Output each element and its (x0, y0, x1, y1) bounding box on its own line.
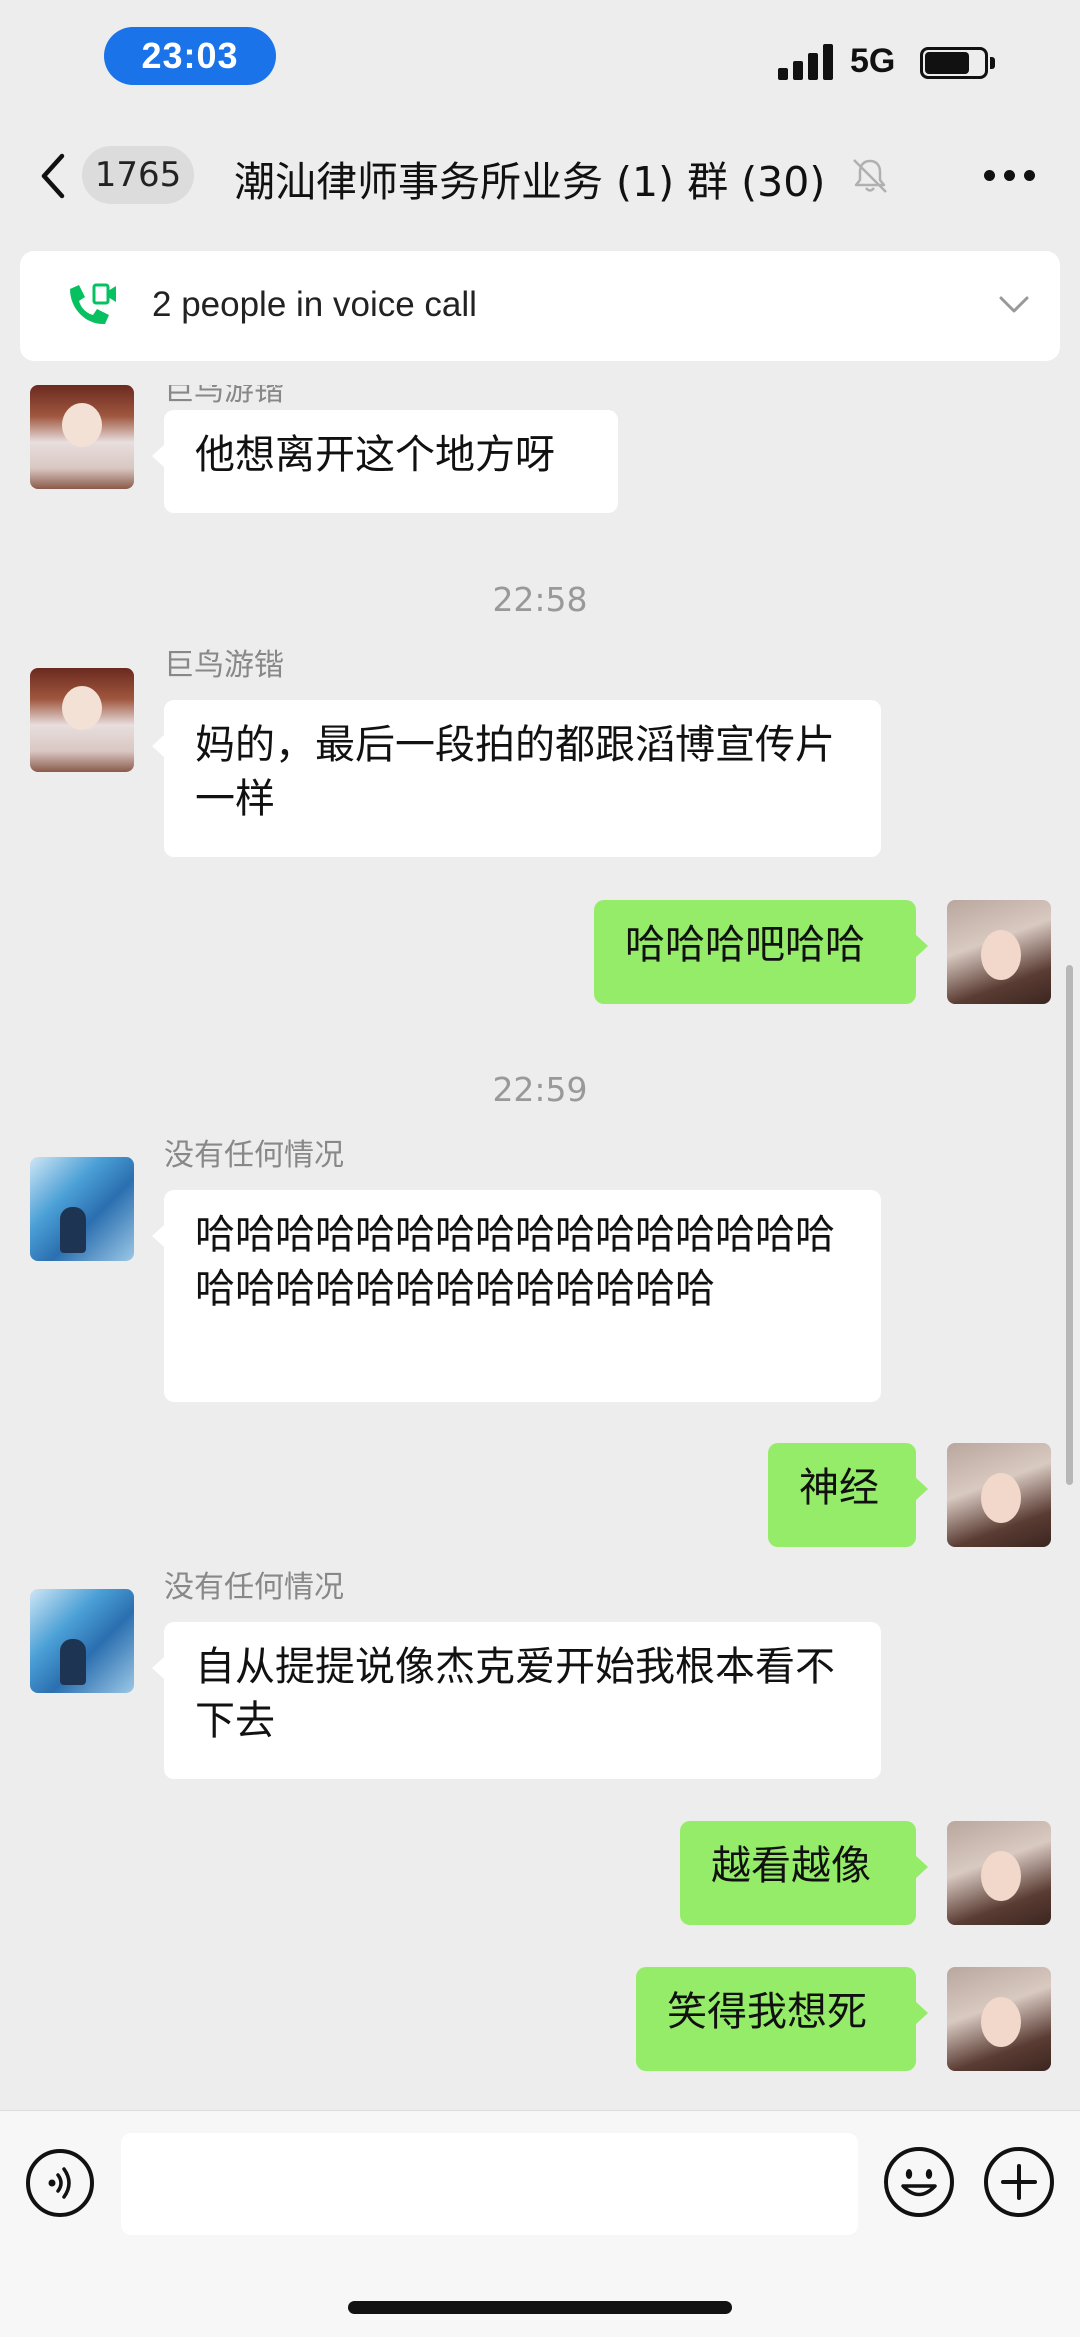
avatar[interactable] (30, 1589, 134, 1693)
avatar[interactable] (947, 1821, 1051, 1925)
message-bubble[interactable]: 自从提提说像杰克爱开始我根本看不下去 (152, 1622, 881, 1779)
sender-name: 巨鸟游锴 (164, 648, 284, 683)
unread-count-badge[interactable]: 1765 (82, 146, 194, 204)
message-timestamp: 22:59 (492, 1070, 588, 1109)
phone-icon (70, 283, 116, 325)
mute-icon (853, 159, 887, 193)
sender-name: 巨鸟游锴 (164, 385, 284, 408)
scrollbar[interactable] (1066, 965, 1073, 1485)
network-label: 5G (850, 42, 896, 80)
message-list[interactable]: 巨鸟游锴 他想离开这个地方呀 22:58 巨鸟游锴 妈的，最后一段拍的都跟滔博宣… (0, 385, 1080, 2110)
sender-name: 巨鸟游锴 (164, 2101, 284, 2110)
message-timestamp: 22:58 (492, 580, 588, 619)
message-bubble[interactable]: 神经 (768, 1443, 928, 1547)
page-title: 潮汕律师事务所业务 (1) 群 (30) (234, 158, 826, 206)
message-bubble[interactable]: 哈哈哈哈哈哈哈哈哈哈哈哈哈哈哈哈哈哈哈哈哈哈哈哈哈哈哈哈哈 (152, 1190, 881, 1402)
message-bubble[interactable]: 越看越像 (680, 1821, 928, 1925)
sender-name: 没有任何情况 (164, 1570, 344, 1605)
message-bubble[interactable]: 妈的，最后一段拍的都跟滔博宣传片一样 (152, 700, 881, 857)
voice-call-banner[interactable]: 2 people in voice call (20, 251, 1060, 361)
home-indicator[interactable] (348, 2301, 732, 2314)
back-icon[interactable] (34, 150, 74, 202)
avatar[interactable] (30, 1157, 134, 1261)
chevron-down-icon[interactable] (998, 295, 1030, 315)
status-bar: 23:03 5G (0, 0, 1080, 120)
avatar[interactable] (947, 1443, 1051, 1547)
more-icon[interactable] (984, 170, 1036, 182)
message-bubble[interactable]: 他想离开这个地方呀 (152, 410, 618, 513)
avatar[interactable] (30, 668, 134, 772)
sender-name: 没有任何情况 (164, 1138, 344, 1173)
plus-icon[interactable] (984, 2147, 1054, 2217)
voice-call-text: 2 people in voice call (152, 285, 477, 324)
avatar[interactable] (947, 1967, 1051, 2071)
signal-icon (778, 44, 836, 80)
message-bubble[interactable]: 笑得我想死 (636, 1967, 928, 2071)
message-bubble[interactable]: 哈哈哈吧哈哈 (594, 900, 928, 1004)
emoji-icon[interactable] (884, 2147, 954, 2217)
avatar[interactable] (30, 385, 134, 489)
battery-icon (920, 47, 996, 79)
status-time: 23:03 (104, 27, 276, 85)
avatar[interactable] (947, 900, 1051, 1004)
message-input[interactable] (121, 2133, 858, 2235)
voice-input-icon[interactable] (26, 2149, 94, 2217)
